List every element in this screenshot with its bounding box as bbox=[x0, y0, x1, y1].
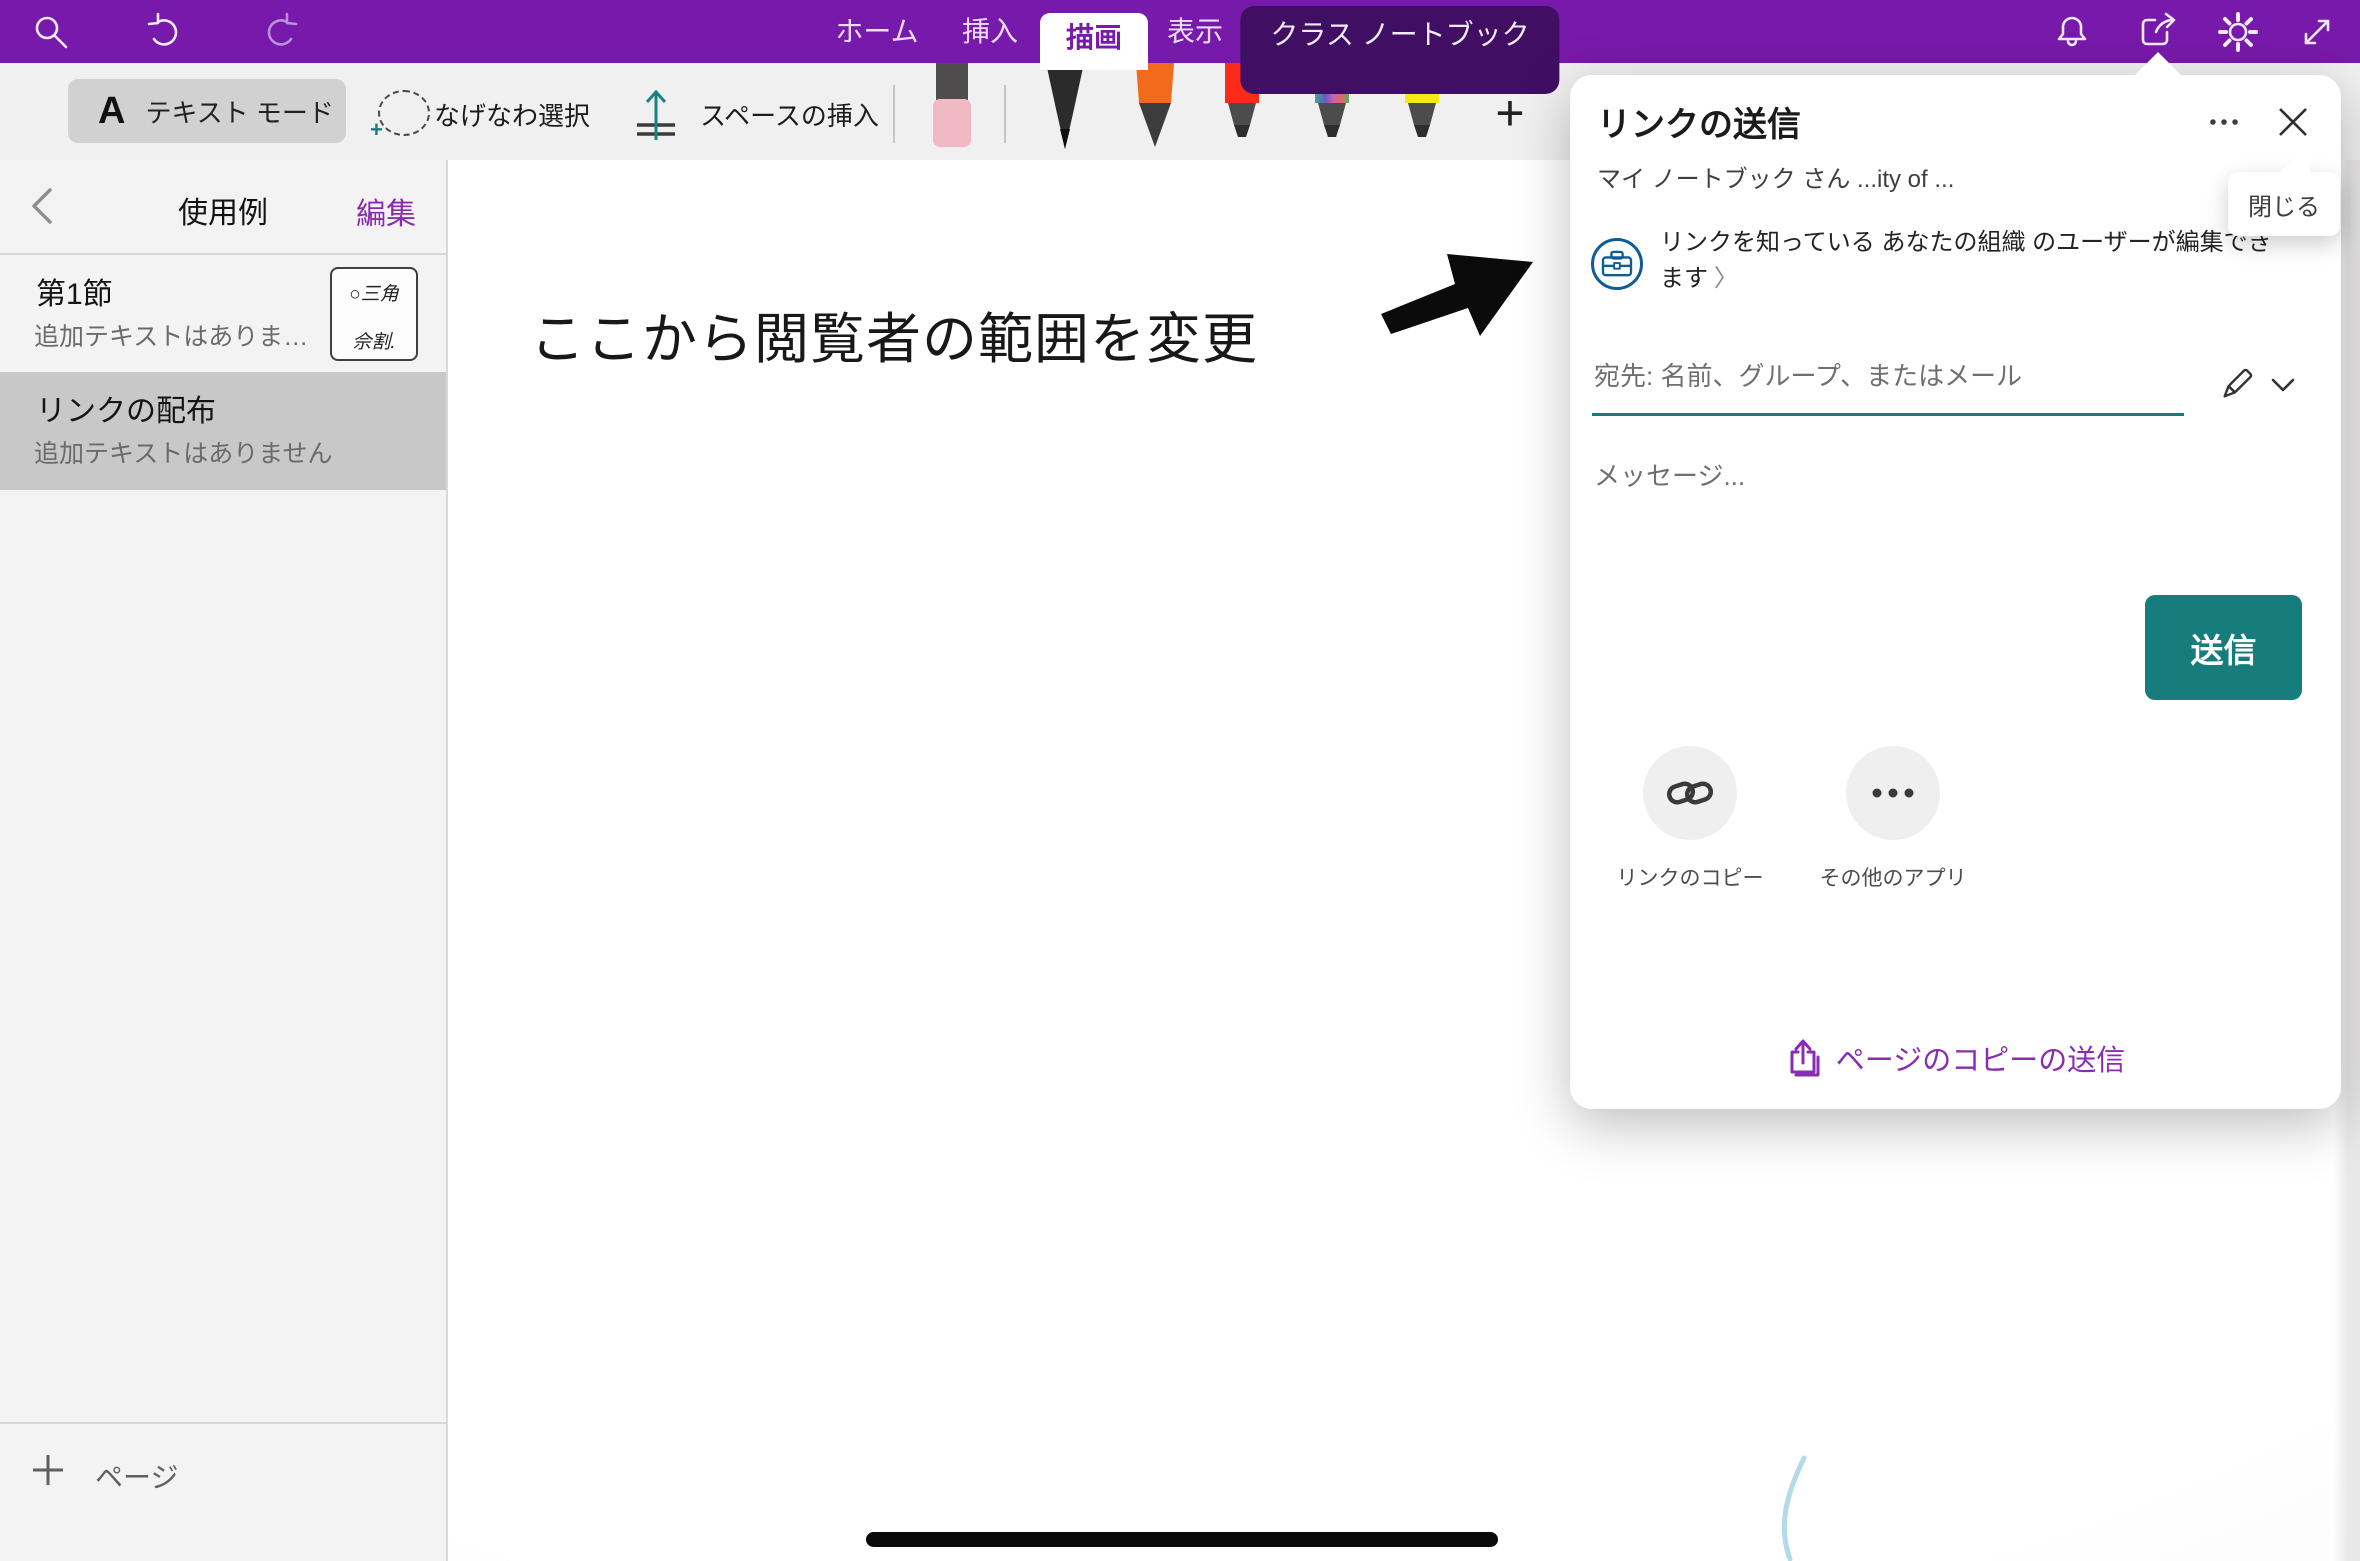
add-page-button[interactable]: ページ bbox=[0, 1422, 446, 1561]
top-navigation-bar: ホーム 挿入 描画 表示 クラス ノートブック bbox=[0, 0, 2360, 63]
toolbar-divider bbox=[893, 85, 895, 143]
send-page-copy-label: ページのコピーの送信 bbox=[1836, 1037, 2125, 1079]
copy-link-label: リンクのコピー bbox=[1617, 862, 1764, 892]
copy-link-button[interactable] bbox=[1643, 746, 1737, 840]
dialog-title: リンクの送信 bbox=[1597, 97, 1801, 146]
page-title: リンクの配布 bbox=[36, 386, 216, 430]
close-button[interactable] bbox=[2269, 100, 2317, 144]
upload-share-icon bbox=[1786, 1038, 1824, 1078]
notebook-name-subtitle: マイ ノートブック さん ...ity of ... bbox=[1597, 159, 1954, 194]
text-mode-button[interactable]: A テキスト モード bbox=[68, 79, 346, 143]
redo-icon bbox=[258, 11, 300, 53]
send-link-dialog: リンクの送信 マイ ノートブック さん ...ity of ... リンクを知っ bbox=[1570, 75, 2341, 1109]
insert-space-icon[interactable] bbox=[634, 85, 678, 143]
message-input[interactable] bbox=[1592, 460, 2296, 493]
share-icon[interactable] bbox=[2138, 11, 2180, 53]
notifications-bell-icon[interactable] bbox=[2051, 11, 2093, 53]
thumbnail-handwriting: ○三角 bbox=[332, 279, 416, 306]
close-tooltip: 閉じる bbox=[2228, 172, 2340, 236]
close-x-icon bbox=[2276, 105, 2310, 139]
orange-pen-tool[interactable] bbox=[1133, 63, 1177, 149]
recipient-input[interactable] bbox=[1592, 360, 2186, 393]
page-subtitle: 追加テキストはありま… bbox=[34, 317, 308, 353]
more-apps-label: その他のアプリ bbox=[1820, 862, 1967, 892]
toolbar-divider bbox=[1004, 85, 1006, 143]
text-mode-label: テキスト モード bbox=[145, 93, 333, 130]
tab-draw[interactable]: 描画 bbox=[1040, 13, 1148, 70]
more-apps-button[interactable] bbox=[1846, 746, 1940, 840]
thumbnail-handwriting: 佘割. bbox=[332, 327, 416, 354]
insert-space-label[interactable]: スペースの挿入 bbox=[700, 96, 879, 133]
blue-ink-stroke bbox=[1766, 1455, 1836, 1561]
page-list-sidebar: 使用例 編集 第1節 追加テキストはありま… ○三角 佘割. リンクの配布 追加… bbox=[0, 160, 448, 1561]
annotation-arrow bbox=[1375, 240, 1545, 345]
lasso-select-icon[interactable] bbox=[378, 90, 430, 136]
more-options-button[interactable] bbox=[2200, 100, 2248, 144]
briefcase-icon[interactable] bbox=[1591, 238, 1643, 290]
edit-button[interactable]: 編集 bbox=[350, 188, 422, 234]
edit-pencil-icon[interactable] bbox=[2208, 362, 2252, 406]
tooltip-label: 閉じる bbox=[2248, 187, 2320, 222]
tab-view[interactable]: 表示 bbox=[1167, 0, 1223, 63]
search-icon[interactable] bbox=[30, 11, 72, 53]
dialog-callout-arrow bbox=[2134, 52, 2182, 76]
tooltip-pointer bbox=[2280, 146, 2310, 174]
add-page-label: ページ bbox=[95, 1456, 178, 1496]
lasso-plus-mark: + bbox=[370, 117, 383, 143]
page-subtitle: 追加テキストはありません bbox=[34, 434, 333, 470]
send-page-copy-link[interactable]: ページのコピーの送信 bbox=[1570, 1031, 2341, 1085]
page-title: 第1節 bbox=[36, 269, 113, 313]
onenote-app-window: ホーム 挿入 描画 表示 クラス ノートブック A テキスト モード + bbox=[0, 0, 2360, 1561]
canvas-note-text: ここから閲覧者の範囲を変更 bbox=[530, 294, 1258, 374]
chevron-down-icon[interactable] bbox=[2259, 369, 2295, 399]
undo-icon[interactable] bbox=[145, 11, 187, 53]
black-pen-tool[interactable] bbox=[1043, 63, 1087, 151]
send-button[interactable]: 送信 bbox=[2145, 595, 2302, 700]
recipient-underline bbox=[1592, 413, 2184, 416]
plus-icon bbox=[30, 1452, 66, 1488]
tab-home[interactable]: ホーム bbox=[835, 0, 918, 63]
tab-class-notebook[interactable]: クラス ノートブック bbox=[1240, 6, 1559, 94]
fullscreen-expand-icon[interactable] bbox=[2296, 11, 2338, 53]
link-chain-icon bbox=[1664, 770, 1716, 816]
ellipsis-icon bbox=[1867, 786, 1919, 800]
lasso-select-label[interactable]: なげなわ選択 bbox=[434, 96, 590, 133]
home-indicator-bar bbox=[866, 1532, 1498, 1547]
page-thumbnail: ○三角 佘割. bbox=[330, 267, 418, 361]
eraser-tool[interactable] bbox=[930, 63, 974, 149]
ellipsis-icon bbox=[2206, 114, 2242, 130]
chevron-right-icon: 〉 bbox=[1708, 265, 1738, 292]
page-list-item-selected[interactable]: リンクの配布 追加テキストはありません bbox=[0, 372, 446, 490]
page-list-item[interactable]: 第1節 追加テキストはありま… ○三角 佘割. bbox=[0, 255, 446, 372]
link-permission-setting[interactable]: リンクを知っている あなたの組織 のユーザーが編集できます〉 bbox=[1660, 225, 2285, 297]
settings-gear-icon[interactable] bbox=[2217, 11, 2259, 53]
tab-insert[interactable]: 挿入 bbox=[962, 0, 1018, 63]
text-mode-a-icon: A bbox=[98, 90, 125, 133]
